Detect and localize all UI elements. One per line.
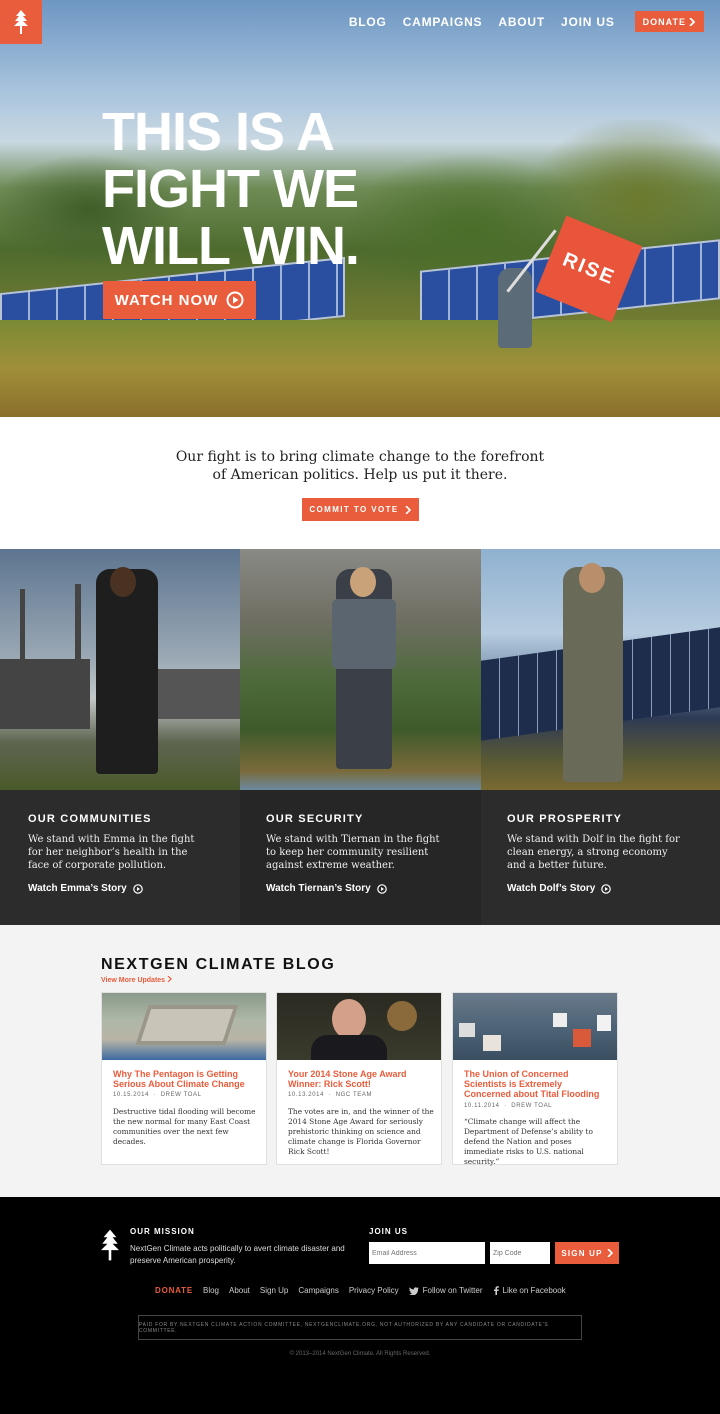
zip-code-field[interactable] xyxy=(490,1242,550,1264)
chevron-right-icon xyxy=(689,17,696,26)
play-circle-icon xyxy=(226,291,244,309)
watch-tiernan-story-link[interactable]: Watch Tiernan’s Story xyxy=(266,883,387,894)
mission-statement: Our fight is to bring climate change to … xyxy=(175,449,545,483)
post-date: 10.11.2014 xyxy=(464,1103,500,1109)
nav-join-us[interactable]: JOIN US xyxy=(561,15,615,29)
blog-post-title[interactable]: The Union of Concerned Scientists is Ext… xyxy=(464,1069,609,1099)
blog-post-meta: 10.13.2014 · NGC TEAM xyxy=(288,1092,373,1098)
play-circle-icon xyxy=(132,883,143,894)
pine-tree-icon xyxy=(101,1229,119,1261)
story-link-label: Watch Tiernan’s Story xyxy=(266,883,371,894)
post-author: DREW TOAL xyxy=(160,1092,202,1098)
blog-card-pentagon[interactable]: Why The Pentagon is Getting Serious Abou… xyxy=(101,992,267,1165)
blog-post-excerpt: The votes are in, and the winner of the … xyxy=(288,1107,434,1156)
play-circle-icon xyxy=(376,883,387,894)
blog-thumb-rick-scott xyxy=(277,993,441,1060)
story-security: OUR SECURITY We stand with Tiernan in th… xyxy=(240,549,481,925)
blog-post-meta: 10.11.2014 · DREW TOAL xyxy=(464,1103,553,1109)
view-more-updates-link[interactable]: View More Updates xyxy=(101,975,172,984)
copyright: © 2013–2014 NextGen Climate. All Rights … xyxy=(289,1351,431,1357)
story-text: We stand with Tiernan in the fight to ke… xyxy=(266,834,440,871)
footer-mission-text: NextGen Climate acts politically to aver… xyxy=(130,1244,345,1265)
footer-campaigns-link[interactable]: Campaigns xyxy=(298,1286,338,1295)
story-text: We stand with Dolf in the fight for clea… xyxy=(507,834,680,871)
logo-link[interactable] xyxy=(0,0,42,44)
donate-label: DONATE xyxy=(642,16,686,27)
facebook-icon xyxy=(493,1286,499,1295)
blog-card-ucs[interactable]: The Union of Concerned Scientists is Ext… xyxy=(452,992,618,1166)
watch-emma-story-link[interactable]: Watch Emma’s Story xyxy=(28,883,143,894)
pine-tree-icon xyxy=(14,10,28,34)
watch-now-label: WATCH NOW xyxy=(114,291,219,309)
footer-blog-link[interactable]: Blog xyxy=(203,1286,219,1295)
blog-card-stone-age[interactable]: Your 2014 Stone Age Award Winner: Rick S… xyxy=(276,992,442,1165)
post-author: NGC TEAM xyxy=(335,1092,373,1098)
story-title: OUR COMMUNITIES xyxy=(28,813,152,825)
chevron-right-icon xyxy=(167,975,172,983)
mission-section: Our fight is to bring climate change to … xyxy=(0,417,720,549)
post-date: 10.13.2014 xyxy=(288,1092,325,1098)
play-circle-icon xyxy=(601,883,612,894)
story-caption: OUR SECURITY We stand with Tiernan in th… xyxy=(240,790,481,925)
nav-donate-button[interactable]: DONATE xyxy=(634,11,704,32)
story-photo-dolf xyxy=(481,549,720,790)
flag-text: RISE xyxy=(559,248,619,289)
footer-privacy-link[interactable]: Privacy Policy xyxy=(349,1286,399,1295)
story-link-label: Watch Emma’s Story xyxy=(28,883,127,894)
page: RISE BLOG CAMPAIGNS ABOUT JOIN US DONATE… xyxy=(0,0,720,1414)
footer-sign-up-link[interactable]: Sign Up xyxy=(260,1286,288,1295)
footer-join-title: JOIN US xyxy=(369,1227,409,1236)
blog-post-title[interactable]: Why The Pentagon is Getting Serious Abou… xyxy=(113,1069,258,1089)
twitter-icon xyxy=(408,1286,419,1295)
story-communities: OUR COMMUNITIES We stand with Emma in th… xyxy=(0,549,240,925)
story-title: OUR SECURITY xyxy=(266,813,364,825)
blog-title: NEXTGEN CLIMATE BLOG xyxy=(101,956,336,973)
footer-about-link[interactable]: About xyxy=(229,1286,250,1295)
post-date: 10.15.2014 xyxy=(113,1092,150,1098)
blog-post-excerpt: Destructive tidal flooding will become t… xyxy=(113,1107,256,1146)
paid-for-disclaimer: PAID FOR BY NEXTGEN CLIMATE ACTION COMMI… xyxy=(138,1315,582,1340)
email-field[interactable] xyxy=(369,1242,485,1264)
nav-blog[interactable]: BLOG xyxy=(349,15,387,29)
footer-facebook-link[interactable]: Like on Facebook xyxy=(493,1286,566,1295)
story-prosperity: OUR PROSPERITY We stand with Dolf in the… xyxy=(481,549,720,925)
chevron-right-icon xyxy=(405,505,411,514)
chevron-right-icon xyxy=(607,1249,613,1257)
watch-dolf-story-link[interactable]: Watch Dolf’s Story xyxy=(507,883,612,894)
nav-about[interactable]: ABOUT xyxy=(498,15,545,29)
hero-grass xyxy=(0,320,720,417)
commit-to-vote-button[interactable]: COMMIT TO VOTE xyxy=(301,498,419,521)
watch-now-button[interactable]: WATCH NOW xyxy=(103,281,256,319)
blog-section: NEXTGEN CLIMATE BLOG View More Updates W… xyxy=(0,925,720,1197)
sign-up-label: SIGN UP xyxy=(561,1248,603,1258)
hero: RISE BLOG CAMPAIGNS ABOUT JOIN US DONATE… xyxy=(0,0,720,417)
story-title: OUR PROSPERITY xyxy=(507,813,623,825)
story-link-label: Watch Dolf’s Story xyxy=(507,883,596,894)
commit-label: COMMIT TO VOTE xyxy=(309,505,399,514)
footer-links: DONATE Blog About Sign Up Campaigns Priv… xyxy=(155,1286,566,1295)
story-photo-emma xyxy=(0,549,240,790)
post-author: DREW TOAL xyxy=(511,1103,553,1109)
story-caption: OUR COMMUNITIES We stand with Emma in th… xyxy=(0,790,240,925)
story-photo-tiernan xyxy=(240,549,481,790)
hero-headline: THIS IS A FIGHT WE WILL WIN. xyxy=(102,102,360,276)
blog-thumb-pentagon xyxy=(102,993,266,1060)
blog-post-excerpt: “Climate change will affect the Departme… xyxy=(464,1117,593,1166)
blog-post-title[interactable]: Your 2014 Stone Age Award Winner: Rick S… xyxy=(288,1069,433,1089)
stories-section: OUR COMMUNITIES We stand with Emma in th… xyxy=(0,549,720,925)
story-caption: OUR PROSPERITY We stand with Dolf in the… xyxy=(481,790,720,925)
main-nav: BLOG CAMPAIGNS ABOUT JOIN US DONATE xyxy=(333,11,704,32)
facebook-label: Like on Facebook xyxy=(502,1286,566,1295)
twitter-label: Follow on Twitter xyxy=(422,1286,483,1295)
nav-campaigns[interactable]: CAMPAIGNS xyxy=(403,15,483,29)
blog-post-meta: 10.15.2014 · DREW TOAL xyxy=(113,1092,202,1098)
view-more-label: View More Updates xyxy=(101,977,166,984)
footer-twitter-link[interactable]: Follow on Twitter xyxy=(408,1286,483,1295)
blog-thumb-flooding xyxy=(453,993,617,1060)
footer: OUR MISSION NextGen Climate acts politic… xyxy=(0,1197,720,1414)
sign-up-button[interactable]: SIGN UP xyxy=(555,1242,619,1264)
footer-mission-title: OUR MISSION xyxy=(130,1227,195,1236)
footer-donate-link[interactable]: DONATE xyxy=(155,1286,193,1295)
story-text: We stand with Emma in the fight for her … xyxy=(28,834,195,871)
